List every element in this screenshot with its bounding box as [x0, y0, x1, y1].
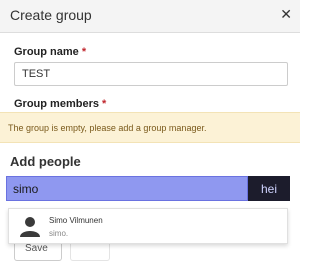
group-members-label: Group members *	[14, 98, 106, 110]
close-icon[interactable]: ✕	[280, 6, 292, 23]
save-button-label: Save	[25, 243, 48, 254]
empty-group-warning: The group is empty, please add a group m…	[0, 112, 300, 143]
dialog-title: Create group	[10, 7, 92, 23]
search-result-item[interactable]: Simo Vilmunen simo.	[9, 209, 287, 243]
required-marker: *	[81, 46, 87, 58]
add-people-heading: Add people	[10, 154, 81, 169]
group-name-input[interactable]	[14, 62, 288, 86]
people-search-input[interactable]	[6, 176, 248, 201]
result-username: simo.	[49, 229, 69, 238]
search-results-dropdown: Simo Vilmunen simo.	[8, 208, 288, 244]
warning-text: The group is empty, please add a group m…	[8, 123, 207, 133]
required-marker: *	[102, 98, 107, 110]
group-name-label: Group name *	[14, 46, 86, 58]
search-button[interactable]: hei	[248, 176, 290, 201]
dialog-header: Create group ✕	[0, 0, 300, 33]
result-name: Simo Vilmunen	[49, 216, 103, 225]
person-icon	[20, 217, 40, 237]
group-name-label-text: Group name	[14, 46, 79, 58]
people-search: hei	[6, 176, 290, 201]
group-members-label-text: Group members	[14, 98, 99, 110]
